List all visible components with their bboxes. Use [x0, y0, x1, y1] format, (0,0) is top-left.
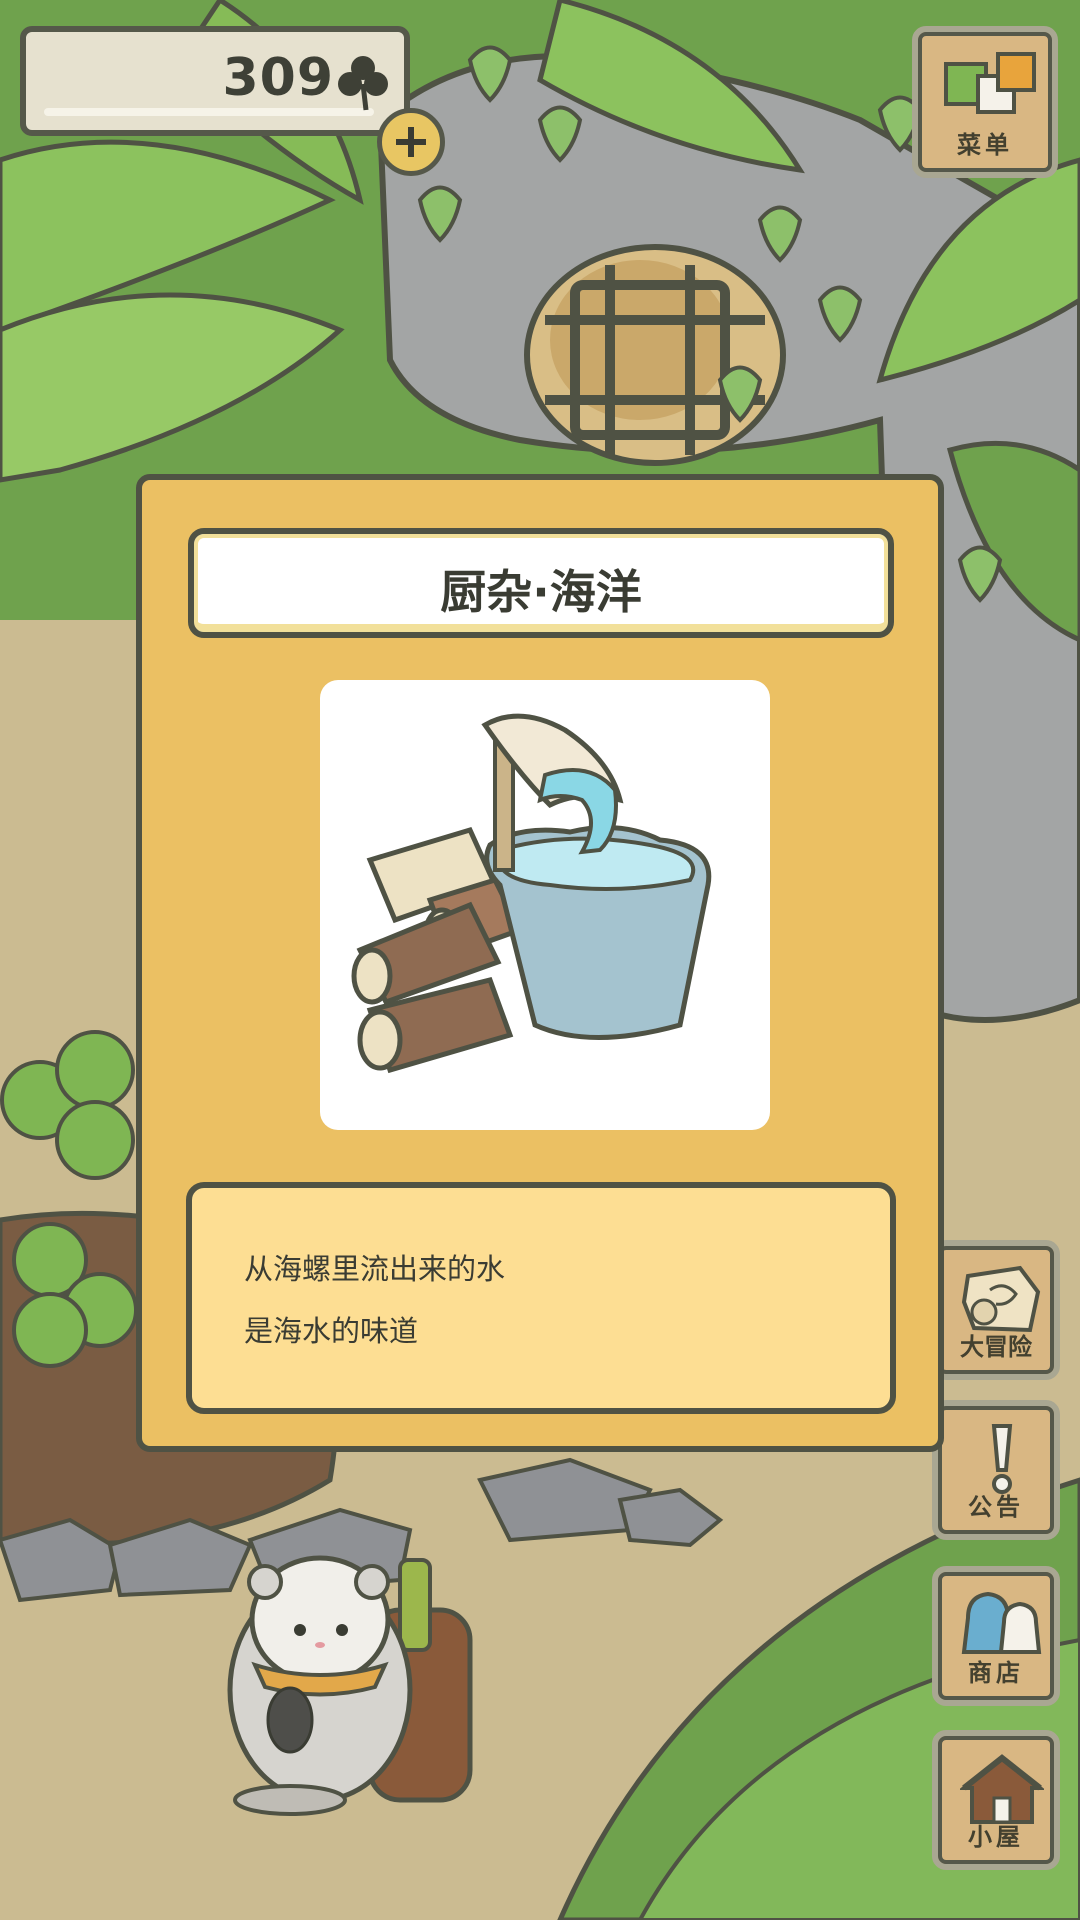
item-image-frame: [320, 680, 770, 1130]
house-button[interactable]: 小屋: [932, 1730, 1060, 1870]
notice-label: 公告: [968, 1493, 1024, 1521]
adventure-button[interactable]: 大冒险: [932, 1240, 1060, 1380]
notice-button[interactable]: 公告: [932, 1400, 1060, 1540]
clover-counter: 309: [20, 26, 410, 136]
menu-button[interactable]: 菜单: [912, 26, 1058, 178]
house-label: 小屋: [968, 1823, 1024, 1851]
item-illustration: [351, 713, 712, 1074]
adventure-label: 大冒险: [960, 1333, 1032, 1361]
shop-label: 商店: [968, 1659, 1024, 1687]
item-title-box: 厨杂·海洋: [188, 528, 894, 638]
item-title: 厨杂·海洋: [440, 565, 642, 619]
menu-label: 菜单: [957, 131, 1013, 159]
clover-icon: [338, 56, 388, 111]
clover-count: 309: [222, 48, 334, 108]
plus-icon: [396, 127, 426, 157]
game-screen: 309 菜单 大冒险 公告 商店 小屋 厨杂·海洋 从海螺里流出来的水 是海水的…: [0, 0, 1080, 1920]
shop-button[interactable]: 商店: [932, 1566, 1060, 1706]
menu-squares-icon: [944, 52, 1036, 114]
item-description-box: 从海螺里流出来的水 是海水的味道: [186, 1182, 896, 1414]
description-line: 从海螺里流出来的水: [244, 1252, 506, 1286]
description-line: 是海水的味道: [244, 1314, 419, 1348]
counter-track: [44, 108, 374, 116]
item-detail-modal: 厨杂·海洋 从海螺里流出来的水 是海水的味道: [136, 474, 944, 1452]
add-clover-button[interactable]: [377, 108, 445, 176]
